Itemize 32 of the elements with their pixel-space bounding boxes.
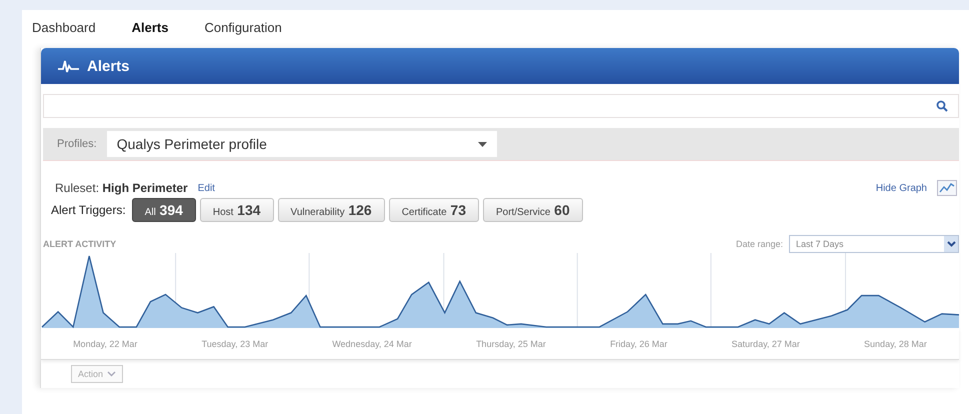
profile-dropdown[interactable]: Qualys Perimeter profile <box>106 131 497 157</box>
panel-title: Alerts <box>87 58 130 74</box>
profiles-label: Profiles: <box>57 138 97 150</box>
trigger-button[interactable]: Vulnerability 126 <box>278 198 385 222</box>
chevron-icon <box>946 241 956 247</box>
edit-link[interactable]: Edit <box>198 182 215 194</box>
graph-icon[interactable] <box>937 180 957 196</box>
date-range-dropdown[interactable]: Last 7 Days <box>789 235 959 253</box>
search-field[interactable] <box>43 94 959 118</box>
pulse-icon <box>57 58 81 74</box>
trigger-button[interactable]: Port/Service 60 <box>482 198 583 222</box>
day-label: Tuesday, 23 Mar <box>202 339 268 349</box>
nav-tab[interactable]: Configuration <box>204 20 282 48</box>
trigger-button[interactable]: Certificate 73 <box>388 198 479 222</box>
day-label: Friday, 26 Mar <box>610 339 668 349</box>
date-range-label: Date range: <box>736 239 783 249</box>
day-label: Wednesday, 24 Mar <box>332 339 412 349</box>
trigger-button[interactable]: All 394 <box>132 198 196 222</box>
day-label: Thursday, 25 Mar <box>476 339 546 349</box>
day-label: Saturday, 27 Mar <box>732 339 800 349</box>
search-icon[interactable] <box>936 100 948 112</box>
chevron-icon <box>107 371 116 377</box>
day-label: Monday, 22 Mar <box>73 339 138 349</box>
nav-tab[interactable]: Dashboard <box>32 20 96 48</box>
caret-icon <box>478 142 487 146</box>
hide-graph-link[interactable]: Hide Graph <box>876 182 927 194</box>
trigger-button[interactable]: Host 134 <box>200 198 274 222</box>
nav-tab[interactable]: Alerts <box>132 20 168 48</box>
day-label: Sunday, 28 Mar <box>864 339 927 349</box>
ruleset-label: Ruleset: High Perimeter <box>55 181 188 195</box>
activity-title: ALERT ACTIVITY <box>43 239 116 249</box>
alert-triggers-label: Alert Triggers: <box>51 203 126 217</box>
